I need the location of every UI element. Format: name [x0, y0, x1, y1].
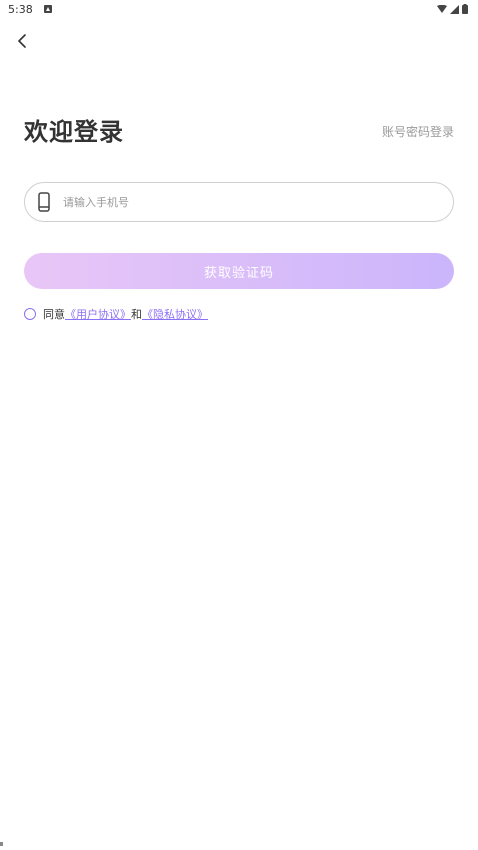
user-agreement-link[interactable]: 《用户协议》 [65, 306, 131, 322]
phone-field[interactable] [24, 182, 454, 222]
battery-icon [462, 4, 468, 14]
status-bar: 5:38 [0, 0, 478, 22]
agreement-prefix: 同意 [43, 308, 65, 321]
agreement-row: 同意 《用户协议》 和 《隐私协议》 [24, 306, 208, 322]
back-button[interactable] [10, 30, 34, 52]
agree-checkbox[interactable] [24, 308, 36, 320]
chevron-left-icon [18, 34, 26, 48]
get-code-button[interactable]: 获取验证码 [24, 253, 454, 289]
wifi-icon [437, 4, 447, 13]
page-title: 欢迎登录 [24, 118, 124, 146]
phone-input[interactable] [63, 195, 423, 209]
notification-icon [44, 5, 52, 13]
agreement-and: 和 [131, 308, 142, 321]
status-icons [437, 4, 468, 14]
edge-marker [0, 842, 3, 846]
phone-icon [37, 191, 51, 213]
status-time: 5:38 [8, 3, 33, 16]
privacy-policy-link[interactable]: 《隐私协议》 [142, 306, 208, 322]
password-login-link[interactable]: 账号密码登录 [382, 123, 454, 140]
signal-icon [450, 4, 459, 14]
